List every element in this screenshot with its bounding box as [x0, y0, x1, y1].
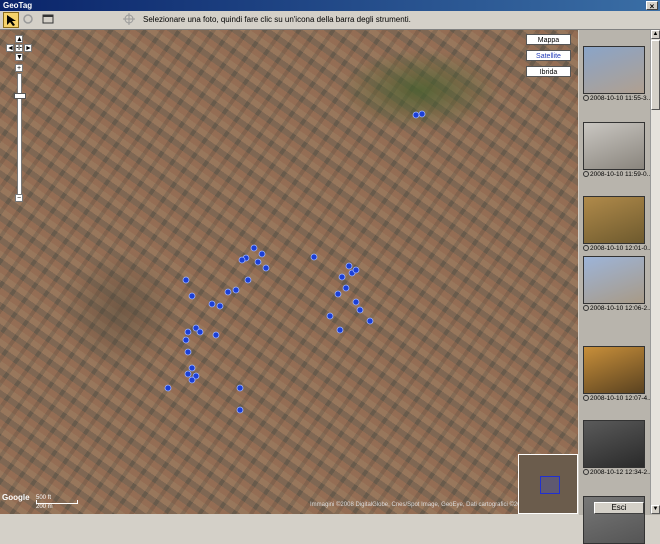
scroll-thumb[interactable] [651, 40, 660, 110]
photo-thumbnail-image[interactable] [583, 256, 645, 304]
globe-icon [583, 469, 589, 476]
photo-location-pin[interactable] [342, 284, 350, 292]
photo-timestamp: 2008-10-10 11:59-0... [590, 171, 653, 178]
photo-location-pin[interactable] [310, 253, 318, 261]
globe-icon [583, 395, 589, 402]
photo-location-pin[interactable] [254, 258, 262, 266]
photo-thumbnail-image[interactable] [583, 46, 645, 94]
circle-icon [23, 14, 33, 24]
locate-tool-button[interactable] [122, 12, 138, 28]
photo-thumbnail-image[interactable] [583, 346, 645, 394]
photo-thumbnail-image[interactable] [583, 122, 645, 170]
scale-label-metric: 200 m [36, 504, 53, 510]
photo-location-pin[interactable] [184, 370, 192, 378]
photo-location-pin[interactable] [352, 266, 360, 274]
photo-location-pin[interactable] [188, 376, 196, 384]
photo-thumbnail-image[interactable] [583, 196, 645, 244]
photo-location-pin[interactable] [238, 256, 246, 264]
photo-location-pin[interactable] [334, 290, 342, 298]
toolbar: Selezionare una foto, quindi fare clic s… [0, 11, 660, 30]
photo-timestamp: 2008-10-10 12:01-0... [590, 245, 653, 252]
photo-location-pin[interactable] [184, 348, 192, 356]
photo-thumbnail-caption: 2008-10-10 12:07-4... [583, 395, 653, 402]
photo-thumbnail[interactable]: 2008-10-10 12:06-2... [583, 256, 653, 312]
exit-button[interactable]: Esci [594, 502, 644, 514]
photo-thumbnail[interactable]: 2008-10-10 11:55-3... [583, 46, 652, 102]
window-icon [42, 14, 54, 24]
photo-thumbnail[interactable]: 2008-10-10 12:07-4... [583, 346, 653, 402]
globe-icon [583, 245, 589, 252]
photo-location-pin[interactable] [345, 262, 353, 270]
photo-location-pin[interactable] [412, 111, 420, 119]
photo-timestamp: 2008-10-10 12:07-4... [590, 395, 653, 402]
photo-location-pin[interactable] [184, 328, 192, 336]
minimap-viewport[interactable] [540, 476, 560, 494]
photo-location-pin[interactable] [212, 331, 220, 339]
record-tool-button[interactable] [21, 12, 37, 28]
photo-thumbnail[interactable]: 2008-10-12 12:34-2... [583, 420, 653, 476]
photo-timestamp: 2008-10-12 12:34-2... [590, 469, 653, 476]
photo-location-pin[interactable] [188, 364, 196, 372]
photo-timestamp: 2008-10-10 12:06-2... [590, 305, 653, 312]
photo-location-pin[interactable] [262, 264, 270, 272]
photo-location-pin[interactable] [258, 250, 266, 258]
photo-thumbnail-caption: 2008-10-10 11:55-3... [583, 95, 652, 102]
title-bar: GeoTag × [0, 0, 660, 11]
scroll-down-button[interactable]: ▼ [651, 505, 660, 514]
globe-icon [583, 171, 589, 178]
photo-location-pin[interactable] [418, 110, 426, 118]
window-tool-button[interactable] [41, 12, 57, 28]
photo-location-pin[interactable] [216, 302, 224, 310]
photo-location-pin[interactable] [224, 288, 232, 296]
target-icon [123, 13, 135, 25]
photo-location-pin[interactable] [182, 336, 190, 344]
window-title: GeoTag [3, 1, 33, 10]
map-view[interactable]: ▲ ◄ ✛ ► ▼ + − Mappa Satellite Ibrida Goo… [0, 30, 578, 514]
photo-location-pin[interactable] [182, 276, 190, 284]
photo-location-pin[interactable] [232, 286, 240, 294]
select-arrow-icon [7, 15, 16, 26]
photo-location-pin[interactable] [208, 300, 216, 308]
photo-location-pin[interactable] [366, 317, 374, 325]
photo-location-pin[interactable] [236, 406, 244, 414]
overview-minimap[interactable] [518, 454, 578, 514]
photo-thumbnail-caption: 2008-10-10 12:01-0... [583, 245, 653, 252]
photo-location-pin[interactable] [188, 292, 196, 300]
photo-location-pin[interactable] [336, 326, 344, 334]
photo-thumbnail-caption: 2008-10-10 11:59-0... [583, 171, 652, 178]
photo-sidebar: 2008-10-10 11:55-3... 2008-10-10 11:59-0.… [579, 30, 660, 544]
toolbar-instruction: Selezionare una foto, quindi fare clic s… [143, 15, 411, 24]
photo-location-pin[interactable] [164, 384, 172, 392]
photo-thumbnail[interactable]: 2008-10-10 12:01-0... [583, 196, 653, 252]
photo-thumbnail-image[interactable] [583, 420, 645, 468]
photo-thumbnail-caption: 2008-10-12 12:34-2... [583, 469, 653, 476]
photo-pins-layer [164, 110, 426, 414]
scroll-up-button[interactable]: ▲ [651, 30, 660, 39]
globe-icon [583, 95, 589, 102]
close-button[interactable]: × [646, 1, 658, 11]
globe-icon [583, 305, 589, 312]
photo-location-pin[interactable] [356, 306, 364, 314]
google-logo: Google [2, 493, 30, 502]
sidebar-scrollbar[interactable]: ▲ ▼ [650, 30, 660, 514]
photo-location-pin[interactable] [196, 328, 204, 336]
photo-location-pin[interactable] [338, 273, 346, 281]
photo-thumbnail[interactable]: 2008-10-10 11:59-0... [583, 122, 652, 178]
photo-thumbnail-caption: 2008-10-10 12:06-2... [583, 305, 653, 312]
photo-location-pin[interactable] [352, 298, 360, 306]
photo-timestamp: 2008-10-10 11:55-3... [590, 95, 653, 102]
photo-location-pin[interactable] [326, 312, 334, 320]
photo-location-pin[interactable] [236, 384, 244, 392]
photo-location-pin[interactable] [244, 276, 252, 284]
select-tool-button[interactable] [3, 12, 19, 28]
photo-location-pin[interactable] [250, 244, 258, 252]
